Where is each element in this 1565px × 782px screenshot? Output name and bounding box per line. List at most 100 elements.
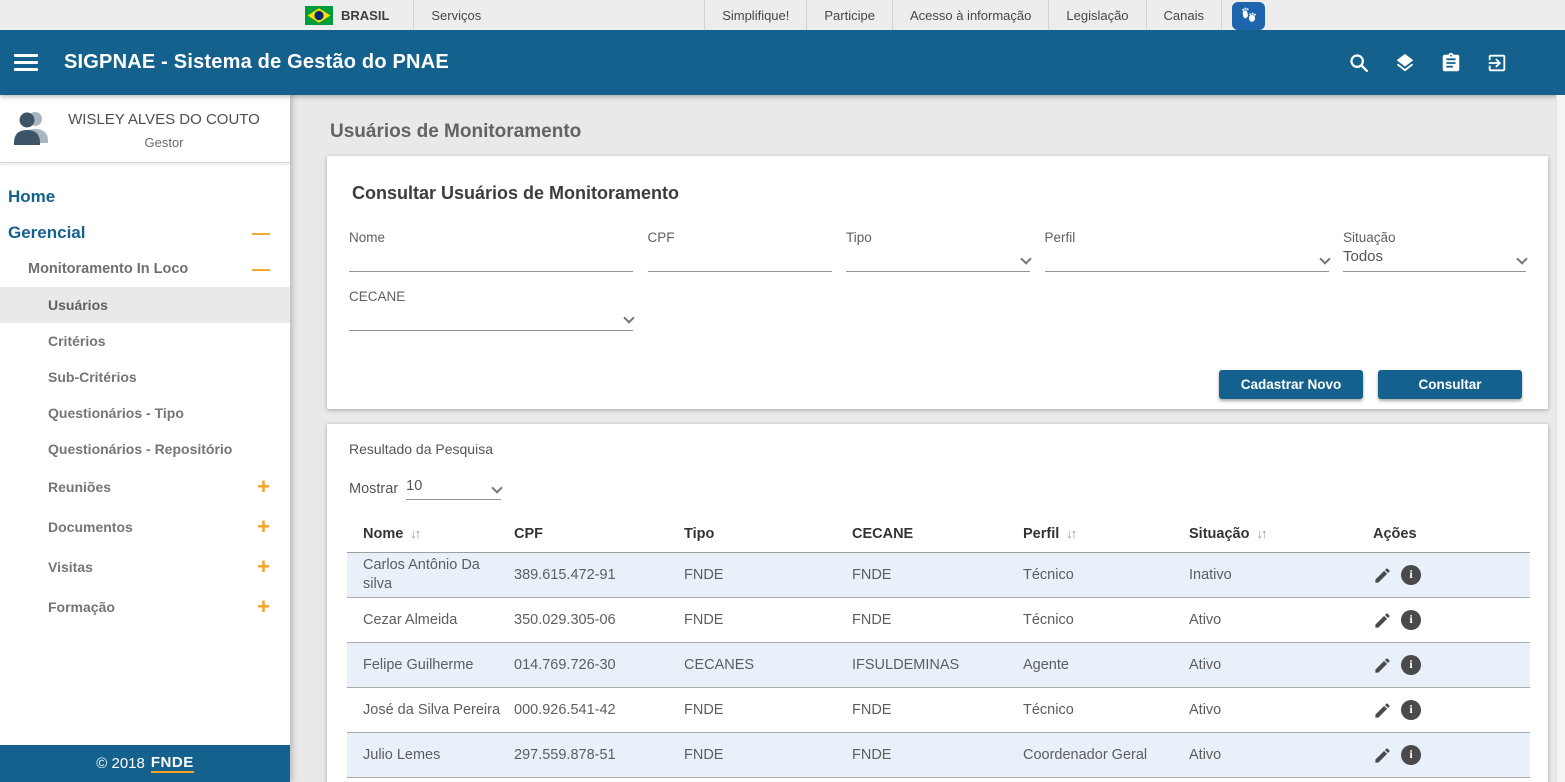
cell-tipo: FNDE (684, 611, 852, 630)
sidebar-item-visitas[interactable]: Visitas+ (0, 547, 290, 587)
gov-link-legislacao[interactable]: Legislação (1049, 8, 1145, 23)
collapse-icon[interactable]: — (252, 224, 270, 242)
info-icon[interactable]: i (1401, 655, 1421, 675)
sidebar-item-questionarios-tipo[interactable]: Questionários - Tipo (0, 395, 290, 431)
info-icon[interactable]: i (1401, 745, 1421, 765)
column-header-situacao[interactable]: Situação↓↑ (1189, 526, 1357, 542)
info-icon[interactable]: i (1401, 565, 1421, 585)
sidebar-item-reunioes[interactable]: Reuniões+ (0, 467, 290, 507)
cell-situacao: Ativo (1189, 701, 1357, 720)
situacao-select[interactable]: Todos (1343, 245, 1526, 272)
column-header-perfil[interactable]: Perfil↓↑ (1023, 526, 1189, 542)
nome-input[interactable] (349, 245, 633, 265)
perfil-select[interactable] (1045, 245, 1329, 272)
user-panel: WISLEY ALVES DO COUTO Gestor (0, 95, 290, 163)
cpf-field-group: CPF (648, 230, 832, 272)
sidebar-item-home[interactable]: Home (0, 179, 290, 215)
cell-cpf: 297.559.878-51 (514, 746, 684, 765)
main-content: Usuários de Monitoramento Consultar Usuá… (290, 95, 1565, 782)
sidebar-item-formacao[interactable]: Formação+ (0, 587, 290, 627)
filter-card-title: Consultar Usuários de Monitoramento (352, 183, 1526, 204)
chevron-down-icon (623, 312, 634, 323)
nome-label: Nome (349, 230, 633, 245)
edit-icon[interactable] (1373, 746, 1392, 765)
edit-icon[interactable] (1373, 701, 1392, 720)
gov-link-simplifique[interactable]: Simplifique! (705, 8, 806, 23)
cecane-label: CECANE (349, 289, 633, 304)
sidebar-item-sub-criterios[interactable]: Sub-Critérios (0, 359, 290, 395)
column-header-acoes: Ações (1357, 526, 1530, 542)
results-table: Nome↓↑ CPF Tipo CECANE Perfil↓↑ Situação… (347, 515, 1530, 778)
gov-link-acesso-informacao[interactable]: Acesso à informação (893, 8, 1048, 23)
table-header-row: Nome↓↑ CPF Tipo CECANE Perfil↓↑ Situação… (347, 515, 1530, 553)
chevron-down-icon (1516, 253, 1527, 264)
cecane-select[interactable] (349, 304, 633, 331)
edit-icon[interactable] (1373, 656, 1392, 675)
divider (1221, 0, 1222, 30)
cell-perfil: Técnico (1023, 611, 1189, 630)
gov-link-canais[interactable]: Canais (1147, 8, 1221, 23)
layers-icon[interactable] (1394, 52, 1416, 74)
filter-card: Consultar Usuários de Monitoramento Nome… (327, 156, 1548, 409)
sidebar-item-gerencial[interactable]: Gerencial— (0, 215, 290, 251)
cell-situacao: Inativo (1189, 566, 1357, 585)
show-label: Mostrar (349, 481, 398, 500)
cell-cpf: 350.029.305-06 (514, 611, 684, 630)
page-size-select[interactable]: 10 (406, 478, 501, 500)
search-icon[interactable] (1348, 52, 1370, 74)
sidebar-item-criterios[interactable]: Critérios (0, 323, 290, 359)
logout-icon[interactable] (1486, 52, 1508, 74)
perfil-field-group: Perfil (1045, 230, 1329, 272)
sidebar-item-documentos[interactable]: Documentos+ (0, 507, 290, 547)
cell-nome: Carlos Antônio Da silva (347, 556, 514, 594)
fnde-link[interactable]: FNDE (151, 754, 194, 773)
cell-tipo: CECANES (684, 656, 852, 675)
cadastrar-novo-button[interactable]: Cadastrar Novo (1219, 370, 1363, 399)
vertical-scrollbar[interactable] (1556, 95, 1565, 782)
menu-hamburger-icon[interactable] (14, 50, 38, 75)
cell-situacao: Ativo (1189, 611, 1357, 630)
avatar (10, 107, 52, 152)
assignment-icon[interactable] (1440, 52, 1462, 74)
table-row: Julio Lemes 297.559.878-51 FNDE FNDE Coo… (347, 733, 1530, 778)
results-title: Resultado da Pesquisa (349, 441, 1530, 457)
cell-tipo: FNDE (684, 746, 852, 765)
info-icon[interactable]: i (1401, 610, 1421, 630)
app-title: SIGPNAE - Sistema de Gestão do PNAE (64, 51, 449, 74)
cpf-input[interactable] (648, 245, 832, 265)
expand-icon[interactable]: + (257, 556, 270, 578)
edit-icon[interactable] (1373, 566, 1392, 585)
collapse-icon[interactable]: — (252, 260, 270, 278)
edit-icon[interactable] (1373, 611, 1392, 630)
info-icon[interactable]: i (1401, 700, 1421, 720)
column-header-cpf: CPF (514, 526, 684, 542)
sidebar-item-monitoramento-in-loco[interactable]: Monitoramento In Loco— (0, 251, 290, 287)
sidebar-footer: © 2018 FNDE (0, 745, 290, 782)
table-row: Carlos Antônio Da silva 389.615.472-91 F… (347, 553, 1530, 598)
sidebar-item-usuarios[interactable]: Usuários (0, 287, 290, 323)
sidebar-menu: Home Gerencial— Monitoramento In Loco— U… (0, 163, 290, 745)
gov-link-servicos[interactable]: Serviços (414, 8, 498, 23)
sidebar-item-questionarios-repositorio[interactable]: Questionários - Repositório (0, 431, 290, 467)
cell-cecane: FNDE (852, 611, 1023, 630)
tipo-select[interactable] (846, 245, 1030, 272)
gov-link-participe[interactable]: Participe (807, 8, 892, 23)
expand-icon[interactable]: + (257, 516, 270, 538)
tipo-label: Tipo (846, 230, 1030, 245)
sort-icon[interactable]: ↓↑ (410, 526, 419, 541)
sidebar: WISLEY ALVES DO COUTO Gestor Home Gerenc… (0, 95, 290, 782)
vlibras-accessibility-icon[interactable] (1232, 2, 1265, 30)
table-row: Felipe Guilherme 014.769.726-30 CECANES … (347, 643, 1530, 688)
sort-icon[interactable]: ↓↑ (1256, 526, 1265, 541)
column-header-nome[interactable]: Nome↓↑ (347, 526, 514, 542)
situacao-label: Situação (1343, 230, 1526, 245)
cell-nome: Felipe Guilherme (347, 656, 514, 675)
cell-nome: José da Silva Pereira (347, 701, 514, 720)
situacao-field-group: Situação Todos (1343, 230, 1526, 272)
user-name: WISLEY ALVES DO COUTO (52, 111, 276, 130)
consultar-button[interactable]: Consultar (1378, 370, 1522, 399)
expand-icon[interactable]: + (257, 596, 270, 618)
sigpnae-app: BRASIL Serviços Simplifique! Participe A… (0, 0, 1565, 782)
expand-icon[interactable]: + (257, 476, 270, 498)
sort-icon[interactable]: ↓↑ (1066, 526, 1075, 541)
